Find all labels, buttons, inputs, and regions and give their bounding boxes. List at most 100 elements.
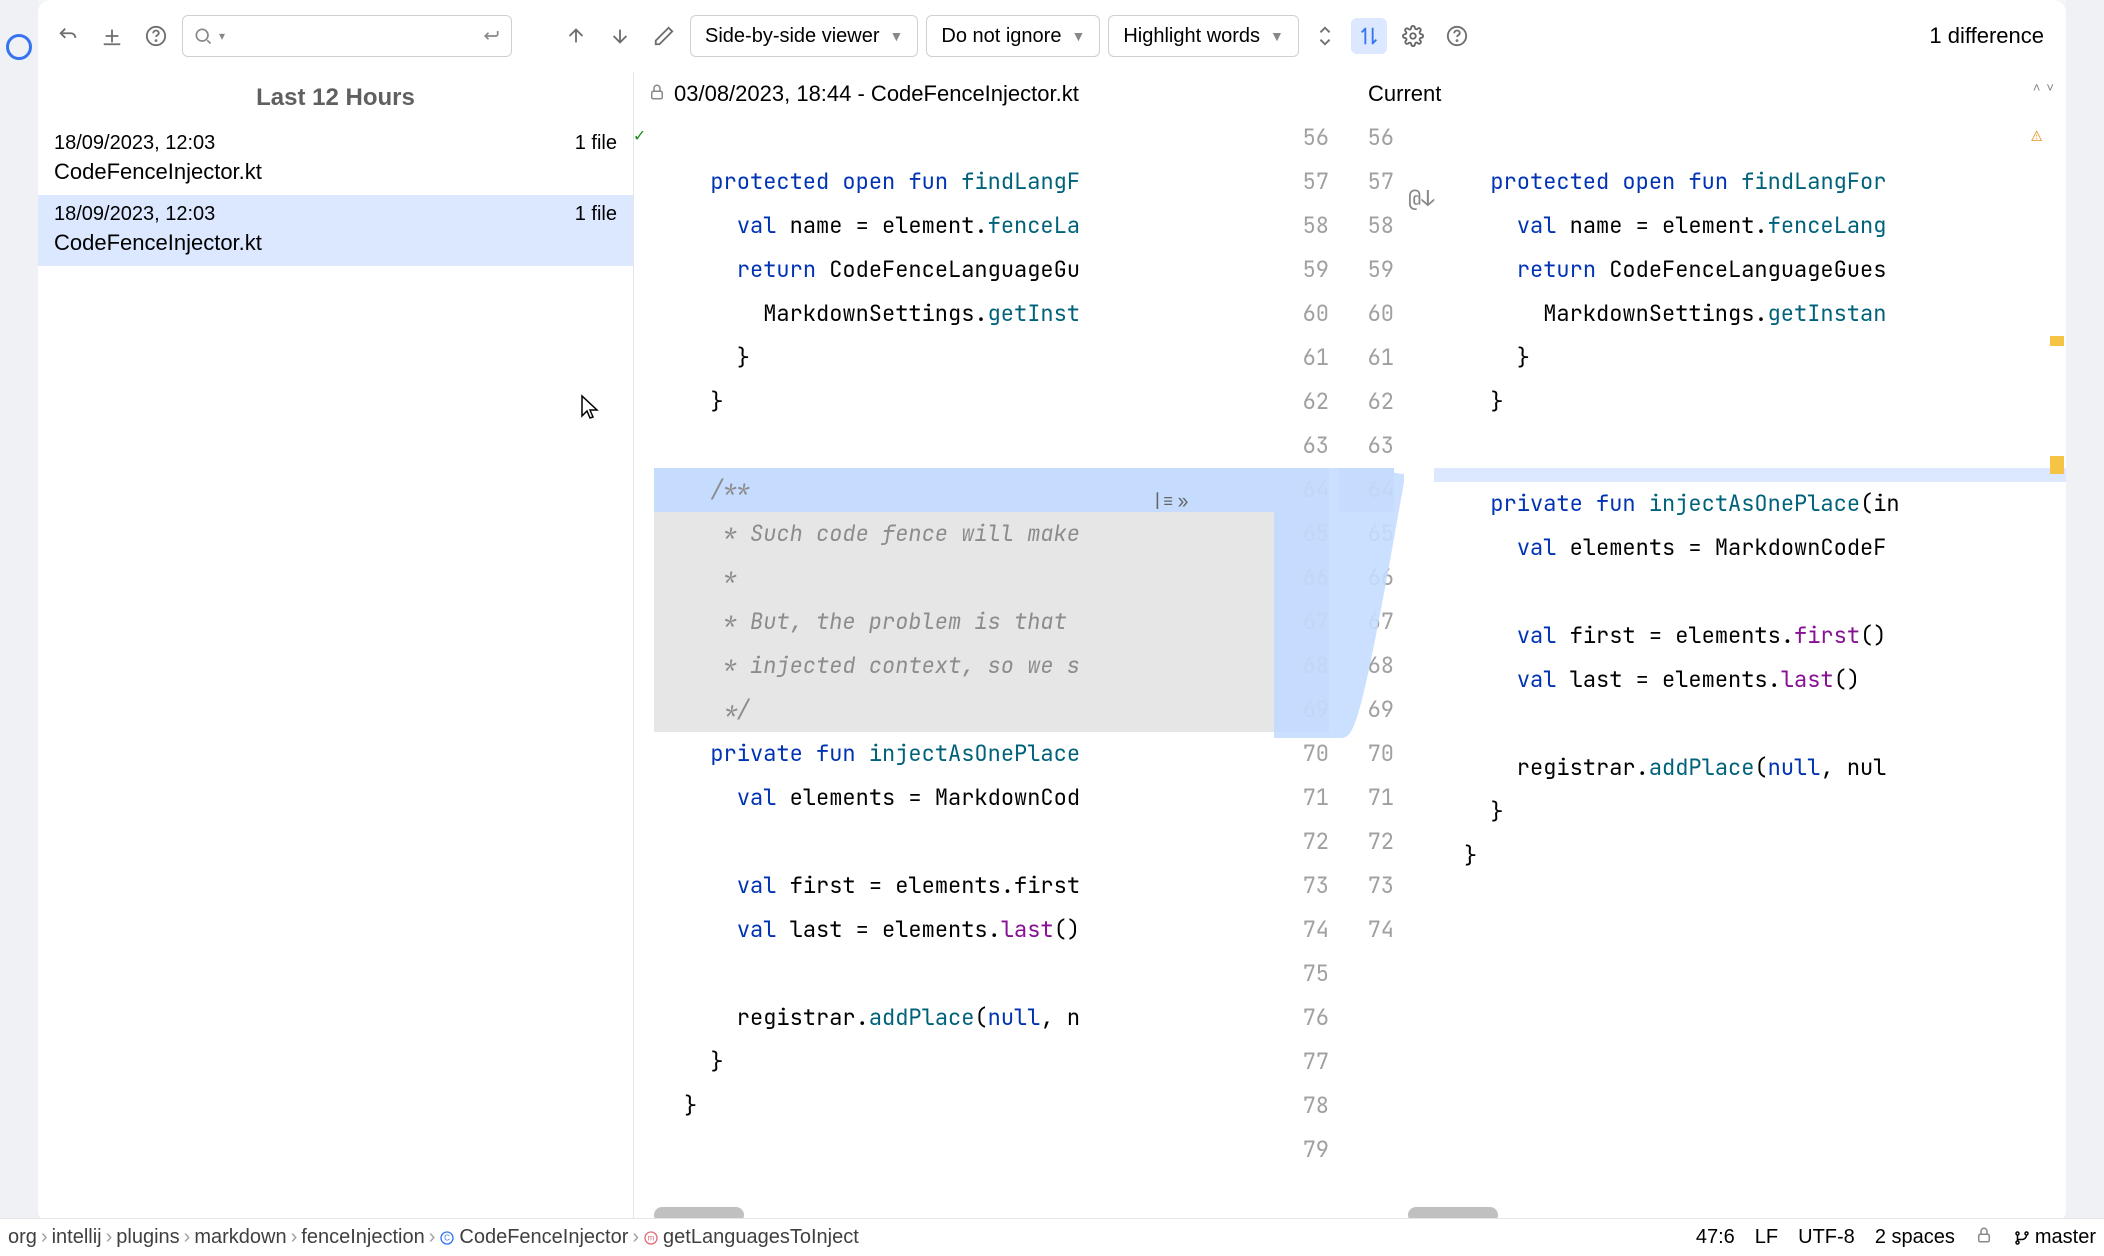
caret-position[interactable]: 47:6 <box>1696 1226 1735 1249</box>
gutter-line-number: 70 <box>1274 732 1329 776</box>
history-item[interactable]: 18/09/2023, 12:031 fileCodeFenceInjector… <box>38 124 633 195</box>
history-sidebar: Last 12 Hours 18/09/2023, 12:031 fileCod… <box>38 72 634 1223</box>
gutter-line-number: 73 <box>1339 864 1394 908</box>
gutter-line-number: 69 <box>1274 688 1329 732</box>
gutter-line-number: 76 <box>1274 996 1329 1040</box>
breadcrumb-item[interactable]: intellij <box>52 1226 102 1248</box>
code-line: } <box>1434 790 2066 834</box>
crumb-separator: › <box>628 1226 643 1248</box>
gutter-line-number: 57 <box>1274 160 1329 204</box>
at-icon: @↓ <box>1408 184 1434 213</box>
code-line: val name = element.fenceLang <box>1434 204 2066 248</box>
code-line <box>1434 468 2066 482</box>
git-branch[interactable]: master <box>2013 1226 2096 1249</box>
file-encoding[interactable]: UTF-8 <box>1798 1226 1855 1249</box>
code-line: * But, the problem is that <box>654 600 1274 644</box>
search-box[interactable]: ▾ <box>182 15 512 57</box>
return-icon[interactable] <box>481 26 501 46</box>
search-input[interactable] <box>231 26 475 47</box>
breadcrumb-item[interactable]: org <box>8 1226 37 1248</box>
right-code-pane[interactable]: ⚠ @↓ protected open fun findLangFor val … <box>1404 116 2066 1223</box>
code-line <box>1434 570 2066 614</box>
gutter-line-number: 72 <box>1274 820 1329 864</box>
svg-text:C: C <box>444 1233 450 1242</box>
app-logo-peek <box>6 34 32 60</box>
gutter-line-number: 58 <box>1339 204 1394 248</box>
sync-scroll-button[interactable] <box>1351 18 1387 54</box>
code-line: } <box>1434 336 2066 380</box>
diff-count-label: 1 difference <box>1929 23 2054 49</box>
apply-change-icons[interactable]: |≡ » <box>1152 490 1188 513</box>
gutter-line-number: 65 <box>1339 512 1394 556</box>
code-line: } <box>654 380 1274 424</box>
diff-header: 03/08/2023, 18:44 - CodeFenceInjector.kt… <box>634 72 2066 116</box>
toolbar: ▾ Side-by-side viewer ▼ Do not ignore ▼ … <box>38 0 2066 72</box>
left-pane-title: 03/08/2023, 18:44 - CodeFenceInjector.kt <box>674 81 1079 107</box>
code-line: } <box>1434 380 2066 424</box>
code-line: MarkdownSettings.getInstan <box>1434 292 2066 336</box>
code-line: val elements = MarkdownCodeF <box>1434 526 2066 570</box>
code-line: } <box>654 1040 1274 1084</box>
gutter-line-number: 68 <box>1339 644 1394 688</box>
indent-setting[interactable]: 2 spaces <box>1875 1226 1955 1249</box>
gutter-line-number: 70 <box>1339 732 1394 776</box>
ignore-mode-dropdown[interactable]: Do not ignore ▼ <box>926 15 1100 57</box>
left-code-pane[interactable]: ✓ protected open fun findLangF val name … <box>634 116 1274 1223</box>
edit-button[interactable] <box>646 18 682 54</box>
gutter-line-number: 71 <box>1274 776 1329 820</box>
crumb-separator: › <box>287 1226 302 1248</box>
settings-button[interactable] <box>1395 18 1431 54</box>
breadcrumb-item[interactable]: CodeFenceInjector <box>459 1226 628 1248</box>
undo-button[interactable] <box>50 18 86 54</box>
marker-yellow <box>2050 336 2064 346</box>
chevron-down-icon: ▼ <box>890 28 904 44</box>
gutter-line-number: 72 <box>1339 820 1394 864</box>
apply-right-icon[interactable]: » <box>1178 490 1189 513</box>
collapse-unchanged-button[interactable] <box>1307 18 1343 54</box>
chevron-down-icon: ▼ <box>1270 28 1284 44</box>
readonly-toggle[interactable] <box>1975 1226 1993 1250</box>
code-line <box>1434 702 2066 746</box>
breadcrumb-item[interactable]: fenceInjection <box>301 1226 424 1248</box>
breadcrumb-item[interactable]: plugins <box>116 1226 179 1248</box>
align-icon[interactable]: |≡ <box>1152 490 1174 513</box>
code-line <box>654 820 1274 864</box>
help-diff-button[interactable] <box>1439 18 1475 54</box>
code-line: * Such code fence will make <box>654 512 1274 556</box>
code-line <box>1434 116 2066 160</box>
code-line: protected open fun findLangF <box>654 160 1274 204</box>
breadcrumb-item[interactable]: markdown <box>194 1226 286 1248</box>
gutter-line-number: 63 <box>1274 424 1329 468</box>
gutter-line-number: 62 <box>1274 380 1329 424</box>
prev-change-button[interactable] <box>558 18 594 54</box>
breadcrumb-bar: org›intellij›plugins›markdown›fenceInjec… <box>0 1218 2104 1256</box>
code-line: registrar.addPlace(null, nul <box>1434 746 2066 790</box>
crumb-separator: › <box>102 1226 117 1248</box>
code-line <box>654 424 1274 468</box>
gutter-line-number: 69 <box>1339 688 1394 732</box>
code-line: MarkdownSettings.getInst <box>654 292 1274 336</box>
breadcrumb-item[interactable]: getLanguagesToInject <box>663 1226 859 1248</box>
chevron-up-icon[interactable]: ˄ <box>2033 80 2041 95</box>
highlight-mode-dropdown[interactable]: Highlight words ▼ <box>1108 15 1299 57</box>
diff-add-button[interactable] <box>94 18 130 54</box>
history-item[interactable]: 18/09/2023, 12:031 fileCodeFenceInjector… <box>38 195 633 266</box>
next-change-button[interactable] <box>602 18 638 54</box>
code-line: registrar.addPlace(null, n <box>654 996 1274 1040</box>
code-line: return CodeFenceLanguageGues <box>1434 248 2066 292</box>
gutter-line-number: 68 <box>1274 644 1329 688</box>
chevron-down-icon[interactable]: ˅ <box>2046 80 2054 95</box>
code-line: private fun injectAsOnePlace(in <box>1434 482 2066 526</box>
right-app-stripe <box>2066 0 2104 1218</box>
line-separator[interactable]: LF <box>1755 1226 1778 1249</box>
gutter-line-number: 61 <box>1274 336 1329 380</box>
viewer-mode-dropdown[interactable]: Side-by-side viewer ▼ <box>690 15 918 57</box>
code-line <box>654 1128 1274 1172</box>
gutter-line-number: 59 <box>1339 248 1394 292</box>
class-icon: C <box>439 1226 459 1248</box>
help-button[interactable] <box>138 18 174 54</box>
left-app-stripe <box>0 0 38 1218</box>
history-files: 1 file <box>575 203 617 226</box>
code-line: private fun injectAsOnePlace <box>654 732 1274 776</box>
code-line <box>654 116 1274 160</box>
